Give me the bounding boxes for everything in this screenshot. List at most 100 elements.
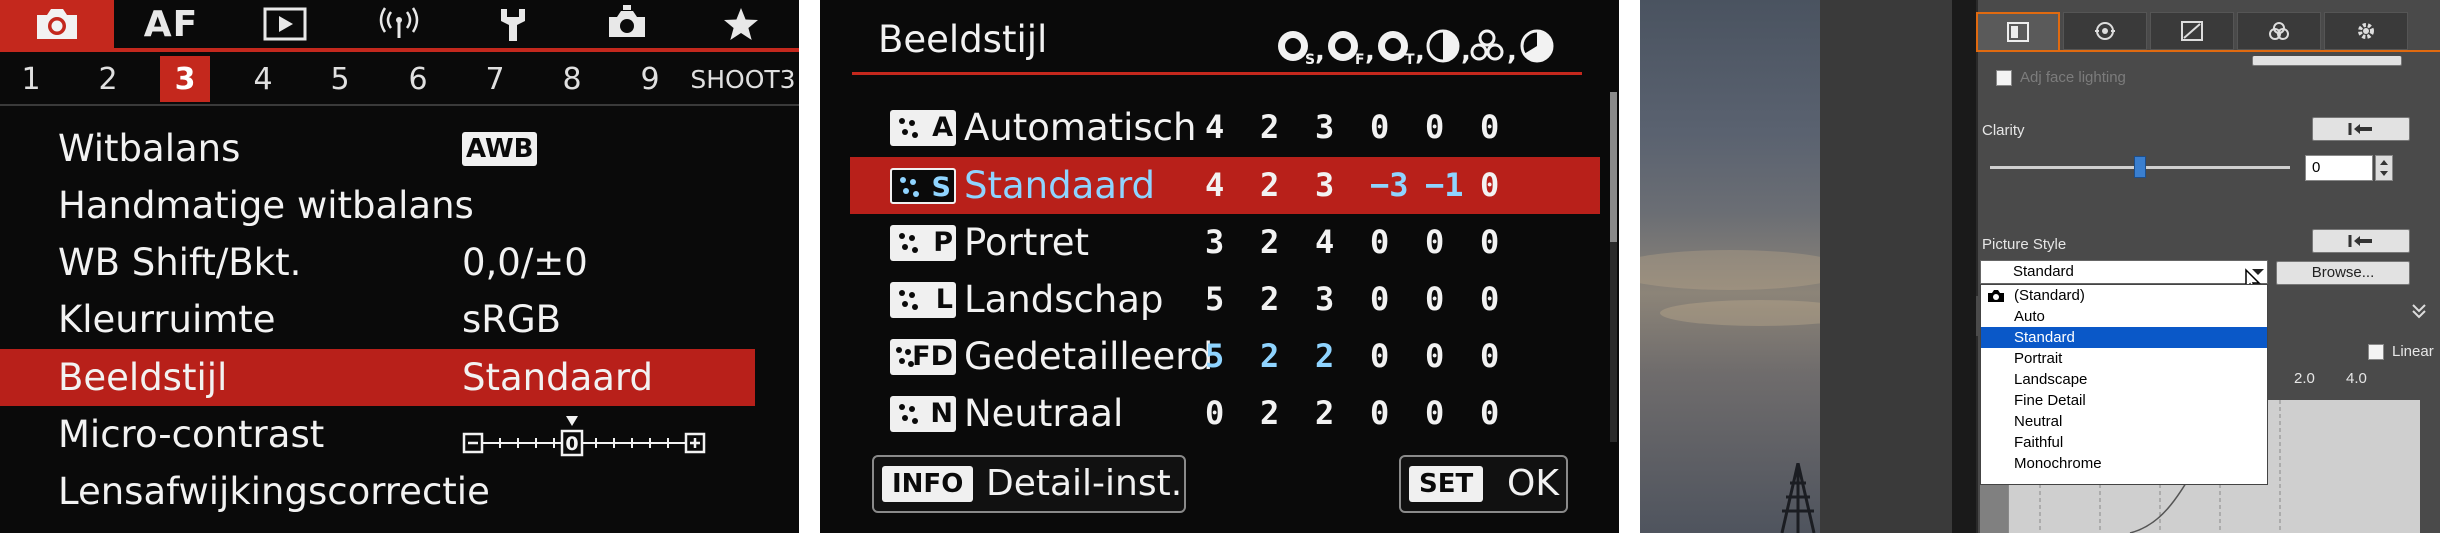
scrollbar-thumb[interactable] xyxy=(1610,92,1617,242)
style-row-auto[interactable]: A Automatisch 4 2 3 0 0 0 xyxy=(850,99,1600,156)
tower-silhouette xyxy=(1780,463,1816,533)
page-7[interactable]: 7 xyxy=(470,56,520,102)
picture-style-reset-button[interactable] xyxy=(2312,229,2410,253)
svg-text:,: , xyxy=(1507,37,1517,67)
clarity-value-input[interactable]: 0 xyxy=(2305,155,2373,181)
value-color-tone: 0 xyxy=(1480,223,1500,261)
tab-playback[interactable] xyxy=(228,0,342,48)
info-detail-button[interactable]: INFO Detail-inst. xyxy=(872,455,1186,513)
tab-curve[interactable] xyxy=(2150,12,2234,50)
autofocus-tab-label: AF xyxy=(143,3,199,45)
scale-label: 4.0 xyxy=(2346,370,2367,387)
dropdown-item[interactable]: Monochrome xyxy=(1981,453,2267,474)
value-saturation: −1 xyxy=(1425,166,1464,204)
tab-my-menu[interactable] xyxy=(684,0,798,48)
set-key-badge: SET xyxy=(1409,466,1484,502)
clarity-reset-button[interactable] xyxy=(2312,117,2410,141)
page-5[interactable]: 5 xyxy=(315,56,365,102)
tab-autofocus[interactable]: AF xyxy=(114,0,228,48)
value-saturation: 0 xyxy=(1425,394,1445,432)
value-sharpness-strength: 5 xyxy=(1205,280,1225,318)
cloud xyxy=(1640,250,1850,290)
clarity-spinner[interactable] xyxy=(2375,155,2393,181)
tab-settings[interactable] xyxy=(2324,12,2408,50)
value-sharpness-fineness: 2 xyxy=(1260,337,1280,375)
menu-item-white-balance[interactable]: Witbalans AWB xyxy=(0,120,799,177)
menu-item-color-space[interactable]: Kleurruimte sRGB xyxy=(0,291,799,348)
menu-item-label: Kleurruimte xyxy=(58,298,276,341)
picture-style-select[interactable]: Standard xyxy=(1980,260,2268,284)
camera-icon xyxy=(37,9,77,39)
dropdown-item[interactable]: (Standard) xyxy=(1981,285,2267,306)
value-sharpness-threshold: 3 xyxy=(1315,108,1335,146)
tab-setup[interactable] xyxy=(456,0,570,48)
dropdown-item-selected[interactable]: Standard xyxy=(1981,327,2267,348)
style-landscape-icon: L xyxy=(890,282,956,318)
value-color-tone: 0 xyxy=(1480,394,1500,432)
value-saturation: 0 xyxy=(1425,337,1445,375)
menu-item-lens-correction[interactable]: Lensafwijkingscorrectie xyxy=(0,463,799,520)
contrast-icon xyxy=(1426,29,1460,63)
page-3-active[interactable]: 3 xyxy=(160,56,210,102)
value-sharpness-fineness: 2 xyxy=(1260,166,1280,204)
playback-icon xyxy=(263,7,307,41)
panel-border xyxy=(1952,0,1978,533)
style-row-fine-detail[interactable]: FD Gedetailleerd 5 2 2 0 0 0 xyxy=(850,328,1600,385)
saturation-icon xyxy=(1470,29,1504,61)
page-9[interactable]: 9 xyxy=(625,56,675,102)
page-6[interactable]: 6 xyxy=(393,56,443,102)
linear-label: Linear xyxy=(2392,343,2434,360)
menu-item-custom-white-balance[interactable]: Handmatige witbalans xyxy=(0,177,799,234)
collapse-chevron-icon[interactable] xyxy=(2410,302,2428,320)
value-sharpness-fineness: 2 xyxy=(1260,108,1280,146)
page-2[interactable]: 2 xyxy=(83,56,133,102)
camera-shooting-menu: AF 1 2 3 4 5 6 7 8 9 SHOOT3 Witbalans AW… xyxy=(0,0,799,533)
adj-face-lighting-checkbox[interactable] xyxy=(1996,70,2012,86)
tab-shooting[interactable] xyxy=(0,0,114,48)
tab-color[interactable] xyxy=(2237,12,2321,50)
style-name: Neutraal xyxy=(964,392,1124,435)
sharpness-S-icon: S xyxy=(1278,31,1315,68)
style-row-standard-selected[interactable]: S Standaard 4 2 3 −3 −1 0 xyxy=(850,157,1600,214)
style-values: 5 2 2 0 0 0 xyxy=(1205,328,1535,385)
browse-button[interactable]: Browse... xyxy=(2276,261,2410,285)
value-sharpness-threshold: 4 xyxy=(1315,223,1335,261)
tab-custom-functions[interactable] xyxy=(570,0,684,48)
linear-checkbox[interactable] xyxy=(2368,344,2384,360)
style-row-portrait[interactable]: P Portret 3 2 4 0 0 0 xyxy=(850,214,1600,271)
page-4[interactable]: 4 xyxy=(238,56,288,102)
set-ok-button[interactable]: SET OK xyxy=(1399,455,1568,513)
dropdown-item[interactable]: Faithful xyxy=(1981,432,2267,453)
menu-item-label: Beeldstijl xyxy=(58,356,228,399)
menu-item-picture-style-selected[interactable]: Beeldstijl Standaard xyxy=(0,349,755,406)
dropdown-item[interactable]: Portrait xyxy=(1981,348,2267,369)
page-8[interactable]: 8 xyxy=(547,56,597,102)
dropdown-item[interactable]: Auto xyxy=(1981,306,2267,327)
dropdown-item[interactable]: Fine Detail xyxy=(1981,390,2267,411)
tab-wireless[interactable] xyxy=(342,0,456,48)
style-auto-icon: A xyxy=(890,110,956,146)
value-sharpness-strength: 3 xyxy=(1205,223,1225,261)
dropdown-item[interactable]: Landscape xyxy=(1981,369,2267,390)
value-sharpness-threshold: 3 xyxy=(1315,280,1335,318)
style-name: Automatisch xyxy=(964,106,1197,149)
clarity-label: Clarity xyxy=(1982,122,2025,139)
page-1[interactable]: 1 xyxy=(6,56,56,102)
value-sharpness-strength: 4 xyxy=(1205,166,1225,204)
tab-lens[interactable] xyxy=(2063,12,2147,50)
tab-basic-adjust[interactable] xyxy=(1976,12,2060,50)
svg-text:T: T xyxy=(1405,52,1415,68)
menu-item-wb-shift[interactable]: WB Shift/Bkt. 0,0/±0 xyxy=(0,234,799,291)
style-row-landscape[interactable]: L Landschap 5 2 3 0 0 0 xyxy=(850,271,1600,328)
sharpness-F-icon: F xyxy=(1328,31,1365,68)
style-name: Portret xyxy=(964,221,1090,264)
svg-text:,: , xyxy=(1415,37,1425,67)
style-row-neutral[interactable]: N Neutraal 0 2 2 0 0 0 xyxy=(850,385,1600,442)
tool-palette-tabs xyxy=(1976,12,2440,52)
clarity-slider-thumb[interactable] xyxy=(2134,156,2146,178)
dropdown-item[interactable]: Neutral xyxy=(1981,411,2267,432)
svg-text:F: F xyxy=(1355,52,1365,68)
menu-item-micro-contrast[interactable]: Micro-contrast 0 xyxy=(0,406,799,463)
style-code: N xyxy=(930,398,953,429)
value-contrast: 0 xyxy=(1370,280,1390,318)
